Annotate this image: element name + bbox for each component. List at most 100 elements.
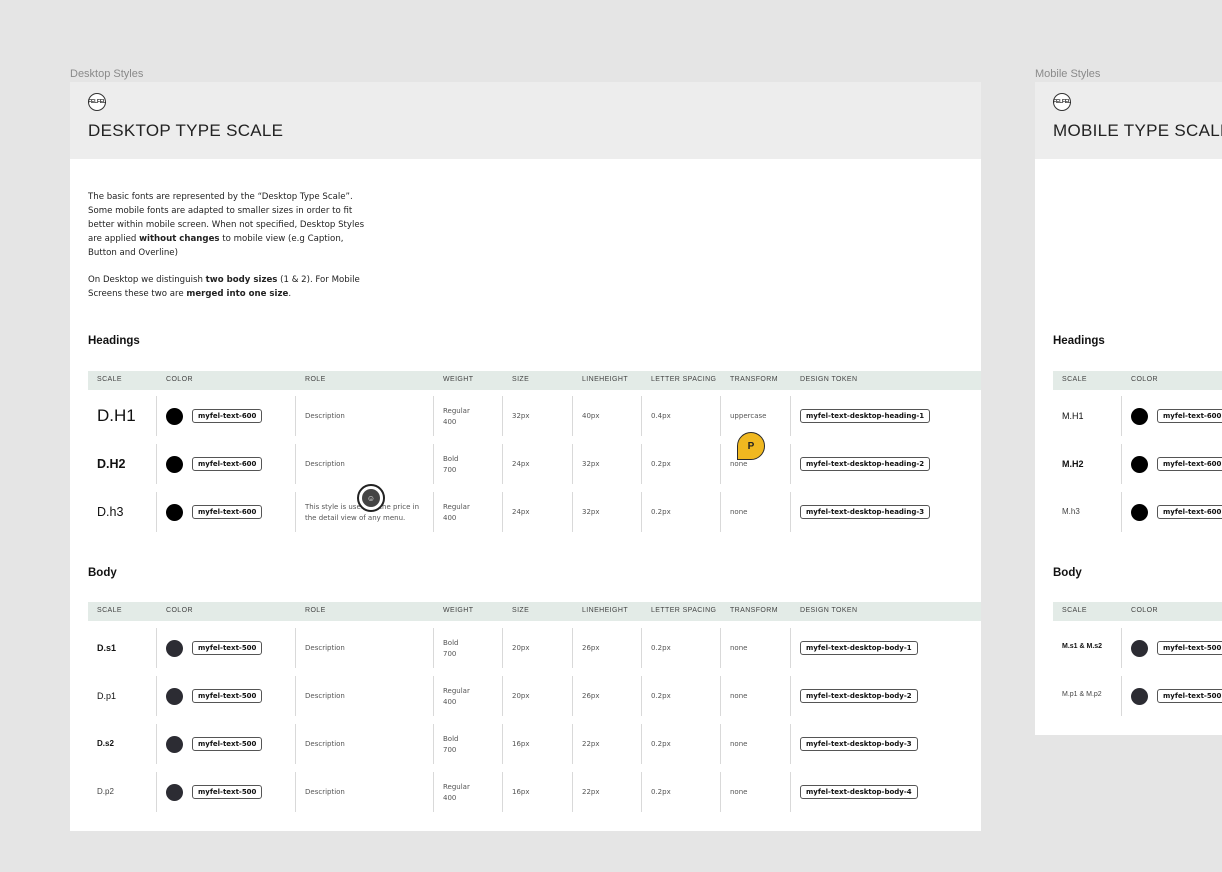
letter-spacing-text: 0.2px xyxy=(651,508,671,516)
color-token-chip[interactable]: myfel-text-600 xyxy=(1157,457,1222,471)
divider xyxy=(156,772,157,812)
intro-text: . xyxy=(288,289,292,299)
divider xyxy=(295,676,296,716)
divider xyxy=(295,628,296,668)
table-row[interactable]: M.h3 myfel-text-600 xyxy=(1053,492,1222,532)
divider xyxy=(1121,396,1122,436)
col-design-token: DESIGN TOKEN xyxy=(800,376,858,383)
lineheight-text: 26px xyxy=(582,644,600,652)
table-row[interactable]: D.H1 myfel-text-600 Description Regular 4… xyxy=(88,396,981,436)
color-token-chip[interactable]: myfel-text-600 xyxy=(1157,505,1222,519)
color-token-chip[interactable]: myfel-text-600 xyxy=(1157,409,1222,423)
divider xyxy=(1121,492,1122,532)
divider xyxy=(641,492,642,532)
scale-label: M.H2 xyxy=(1062,459,1084,469)
table-row[interactable]: M.p1 & M.p2 myfel-text-500 xyxy=(1053,676,1222,716)
table-row[interactable]: D.h3 myfel-text-600 This style is used f… xyxy=(88,492,981,532)
intro-paragraph-2: On Desktop we distinguish two body sizes… xyxy=(88,273,368,301)
divider xyxy=(502,724,503,764)
design-token-chip[interactable]: myfel-text-desktop-body-1 xyxy=(800,641,918,655)
role-text: Description xyxy=(305,460,345,468)
color-token-chip[interactable]: myfel-text-500 xyxy=(192,785,263,799)
design-token-chip[interactable]: myfel-text-desktop-heading-3 xyxy=(800,505,931,519)
weight-name: Regular xyxy=(443,687,470,695)
desktop-title: DESKTOP TYPE SCALE xyxy=(88,121,284,140)
color-token-chip[interactable]: myfel-text-500 xyxy=(192,641,263,655)
table-row[interactable]: M.H2 myfel-text-600 xyxy=(1053,444,1222,484)
letter-spacing-text: 0.2px xyxy=(651,692,671,700)
design-token-chip[interactable]: myfel-text-desktop-body-4 xyxy=(800,785,918,799)
divider xyxy=(433,628,434,668)
divider xyxy=(502,772,503,812)
divider xyxy=(156,396,157,436)
scale-label: D.H1 xyxy=(97,406,136,425)
design-token-chip[interactable]: myfel-text-desktop-body-3 xyxy=(800,737,918,751)
size-text: 20px xyxy=(512,644,530,652)
headings-table-header: SCALE COLOR ROLE WEIGHT SIZE LINEHEIGHT … xyxy=(88,371,981,390)
scale-label: D.p2 xyxy=(97,787,114,796)
size-text: 24px xyxy=(512,460,530,468)
weight-cell: Regular 400 xyxy=(443,406,470,428)
col-lineheight: LINEHEIGHT xyxy=(582,376,629,383)
size-text: 16px xyxy=(512,740,530,748)
collaborator-avatar-cursor[interactable]: ☺ xyxy=(357,484,385,512)
color-token-chip[interactable]: myfel-text-600 xyxy=(192,457,263,471)
weight-value: 700 xyxy=(443,466,457,474)
design-token-chip[interactable]: myfel-text-desktop-body-2 xyxy=(800,689,918,703)
mobile-frame-label[interactable]: Mobile Styles xyxy=(1035,68,1100,80)
divider xyxy=(295,396,296,436)
table-row[interactable]: D.s1 myfel-text-500 Description Bold 700 … xyxy=(88,628,981,668)
felfel-logo: FELFEL xyxy=(88,93,106,111)
divider xyxy=(502,444,503,484)
table-row[interactable]: D.H2 myfel-text-600 Description Bold 700 … xyxy=(88,444,981,484)
transform-text: none xyxy=(730,788,748,796)
intro-paragraph-1: The basic fonts are represented by the “… xyxy=(88,190,368,260)
body-table-header: SCALE COLOR ROLE WEIGHT SIZE LINEHEIGHT … xyxy=(88,602,981,621)
color-token-chip[interactable]: myfel-text-500 xyxy=(1157,689,1222,703)
lineheight-text: 32px xyxy=(582,460,600,468)
divider xyxy=(790,724,791,764)
collaborator-cursor-p[interactable]: P xyxy=(737,432,765,460)
lineheight-text: 22px xyxy=(582,788,600,796)
mobile-title: MOBILE TYPE SCALE xyxy=(1053,121,1222,140)
weight-cell: Bold 700 xyxy=(443,734,458,756)
letter-spacing-text: 0.4px xyxy=(651,412,671,420)
color-swatch xyxy=(166,736,183,753)
divider xyxy=(572,772,573,812)
color-token-chip[interactable]: myfel-text-600 xyxy=(192,409,263,423)
divider xyxy=(572,724,573,764)
headings-section-title: Headings xyxy=(88,335,140,347)
mobile-frame: FELFEL MOBILE TYPE SCALE Headings SCALE … xyxy=(1035,82,1222,735)
weight-value: 700 xyxy=(443,650,457,658)
color-swatch xyxy=(166,408,183,425)
design-token-chip[interactable]: myfel-text-desktop-heading-2 xyxy=(800,457,931,471)
color-token-chip[interactable]: myfel-text-600 xyxy=(192,505,263,519)
divider xyxy=(720,444,721,484)
col-scale: SCALE xyxy=(1062,607,1087,614)
col-color: COLOR xyxy=(166,607,193,614)
table-row[interactable]: D.s2 myfel-text-500 Description Bold 700 … xyxy=(88,724,981,764)
role-text: Description xyxy=(305,740,345,748)
table-row[interactable]: D.p2 myfel-text-500 Description Regular 4… xyxy=(88,772,981,812)
user-face-icon: ☺ xyxy=(362,489,380,507)
color-swatch xyxy=(1131,640,1148,657)
table-row[interactable]: D.p1 myfel-text-500 Description Regular 4… xyxy=(88,676,981,716)
table-row[interactable]: M.H1 myfel-text-600 xyxy=(1053,396,1222,436)
scale-label: M.h3 xyxy=(1062,507,1080,516)
divider xyxy=(641,444,642,484)
desktop-frame-label[interactable]: Desktop Styles xyxy=(70,68,143,80)
col-size: SIZE xyxy=(512,376,530,383)
divider xyxy=(502,396,503,436)
scale-label: M.s1 & M.s2 xyxy=(1062,643,1103,650)
letter-spacing-text: 0.2px xyxy=(651,740,671,748)
divider xyxy=(790,628,791,668)
felfel-logo: FELFEL xyxy=(1053,93,1071,111)
color-token-chip[interactable]: myfel-text-500 xyxy=(192,689,263,703)
color-token-chip[interactable]: myfel-text-500 xyxy=(1157,641,1222,655)
table-row[interactable]: M.s1 & M.s2 myfel-text-500 xyxy=(1053,628,1222,668)
scale-label: D.s1 xyxy=(97,643,117,653)
design-token-chip[interactable]: myfel-text-desktop-heading-1 xyxy=(800,409,931,423)
lineheight-text: 26px xyxy=(582,692,600,700)
divider xyxy=(790,676,791,716)
color-token-chip[interactable]: myfel-text-500 xyxy=(192,737,263,751)
